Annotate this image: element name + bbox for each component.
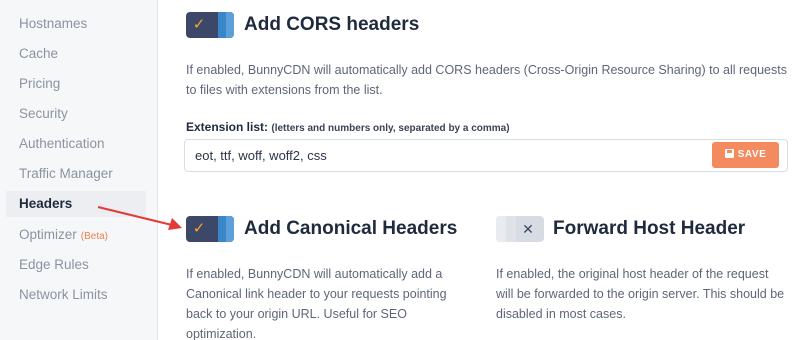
sidebar-item-headers[interactable]: Headers — [6, 191, 146, 217]
checkmark-icon: ✓ — [192, 220, 206, 237]
headers-settings: ✓ Add CORS headers If enabled, BunnyCDN … — [158, 0, 800, 340]
beta-badge: (Beta) — [80, 231, 108, 242]
cors-description: If enabled, BunnyCDN will automatically … — [186, 63, 787, 97]
sidebar-item-network-limits[interactable]: Network Limits — [6, 282, 146, 308]
canonical-description: If enabled, BunnyCDN will automatically … — [186, 267, 447, 340]
extension-list-input[interactable] — [184, 139, 788, 172]
forward-host-toggle[interactable]: ✕ — [496, 216, 544, 242]
sidebar-item-hostnames[interactable]: Hostnames — [6, 11, 146, 37]
cors-toggle[interactable]: ✓ — [186, 12, 234, 38]
extension-list-hint: (letters and numbers only, separated by … — [271, 123, 510, 134]
canonical-toggle[interactable]: ✓ — [186, 216, 234, 242]
sidebar-item-security[interactable]: Security — [6, 101, 146, 127]
sidebar-item-label: Optimizer — [19, 227, 77, 242]
x-icon: ✕ — [522, 221, 534, 237]
forward-host-title: Forward Host Header — [553, 218, 746, 239]
cors-title: Add CORS headers — [244, 14, 420, 35]
canonical-title: Add Canonical Headers — [244, 218, 458, 239]
sidebar-item-pricing[interactable]: Pricing — [6, 71, 146, 97]
extension-list-label: Extension list: (letters and numbers onl… — [186, 120, 510, 134]
floppy-disk-icon — [724, 149, 734, 158]
sidebar: Hostnames Cache Pricing Security Authent… — [0, 0, 158, 340]
save-button[interactable]: SAVE — [712, 142, 779, 168]
sidebar-item-optimizer[interactable]: Optimizer (Beta) — [6, 222, 146, 248]
sidebar-item-authentication[interactable]: Authentication — [6, 131, 146, 157]
checkmark-icon: ✓ — [192, 16, 206, 33]
sidebar-item-cache[interactable]: Cache — [6, 41, 146, 67]
sidebar-item-traffic-manager[interactable]: Traffic Manager — [6, 161, 146, 187]
forward-host-description: If enabled, the original host header of … — [496, 267, 785, 321]
sidebar-item-edge-rules[interactable]: Edge Rules — [6, 252, 146, 278]
